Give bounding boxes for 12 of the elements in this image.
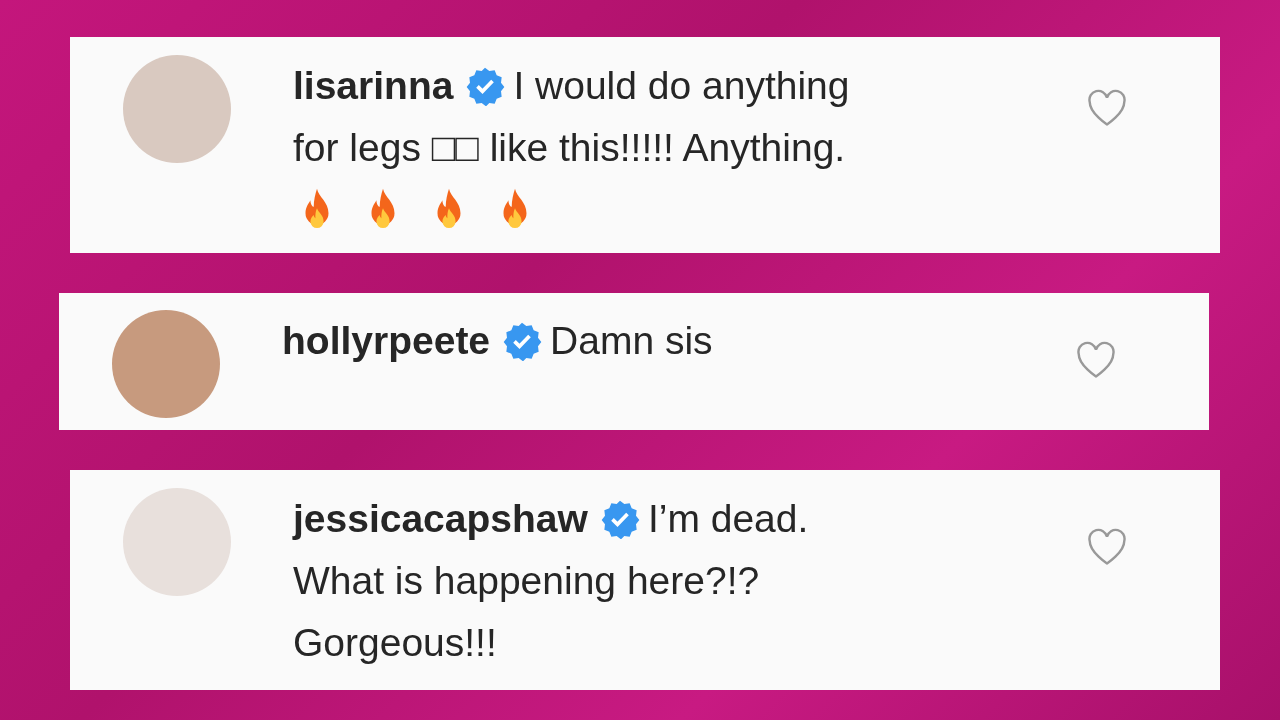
comment-text: What is happening here?!? bbox=[293, 559, 760, 602]
heart-icon[interactable] bbox=[1086, 528, 1128, 566]
heart-icon[interactable] bbox=[1086, 89, 1128, 127]
username[interactable]: lisarinna bbox=[293, 64, 454, 107]
heart-icon[interactable] bbox=[1075, 341, 1117, 379]
comment-text: Gorgeous!!! bbox=[293, 621, 497, 664]
comment-text: I’m dead. bbox=[647, 497, 809, 540]
username[interactable]: jessicacapshaw bbox=[293, 497, 588, 540]
comment-text: I would do anything bbox=[513, 64, 850, 107]
comment-text: for legs □□ like this!!!!! Anything. bbox=[293, 126, 846, 169]
username[interactable]: hollyrpeete bbox=[282, 319, 491, 362]
comment-text: Damn sis bbox=[550, 319, 713, 362]
